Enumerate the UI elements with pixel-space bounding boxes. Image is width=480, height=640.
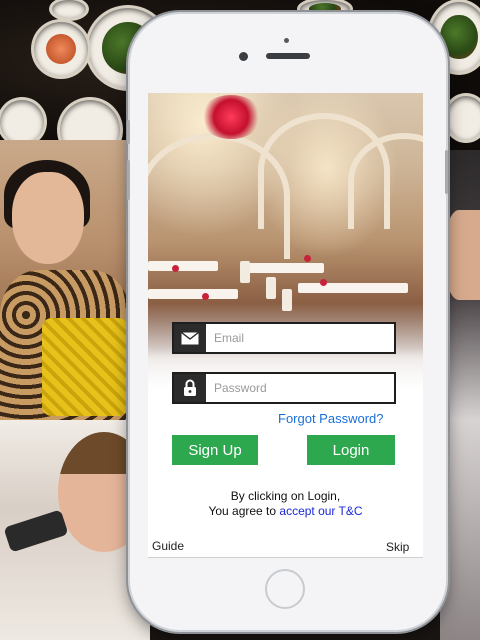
skip-link[interactable]: Skip xyxy=(386,540,409,554)
earpiece-speaker xyxy=(266,53,310,59)
plate xyxy=(446,96,480,140)
terms-text: By clicking on Login, You agree to accep… xyxy=(148,489,423,519)
power-button xyxy=(445,150,448,194)
lock-icon xyxy=(174,374,206,402)
terms-prefix: You agree to xyxy=(208,504,280,518)
guide-link[interactable]: Guide xyxy=(152,539,184,553)
accept-terms-link[interactable]: accept our T&C xyxy=(279,504,362,518)
sign-up-button[interactable]: Sign Up xyxy=(172,435,258,465)
dining-table xyxy=(244,263,324,273)
front-camera xyxy=(239,52,248,61)
plate xyxy=(52,0,86,18)
login-button[interactable]: Login xyxy=(307,435,395,465)
red-candle xyxy=(202,293,209,300)
forgot-password-link[interactable]: Forgot Password? xyxy=(278,411,384,426)
home-button[interactable] xyxy=(265,569,305,609)
terms-line-2: You agree to accept our T&C xyxy=(148,504,423,519)
proximity-sensor xyxy=(284,38,289,43)
chair xyxy=(240,261,250,283)
dining-table xyxy=(148,289,238,299)
password-input[interactable] xyxy=(206,374,394,402)
food-plate xyxy=(34,22,88,76)
password-field xyxy=(172,372,396,404)
dining-table xyxy=(298,283,408,293)
volume-button xyxy=(127,160,130,200)
app-screen: Forgot Password? Sign Up Login By clicki… xyxy=(148,93,423,558)
red-candle xyxy=(320,279,327,286)
yellow-bag xyxy=(42,318,128,416)
red-chandelier xyxy=(200,95,262,139)
red-candle xyxy=(172,265,179,272)
plate xyxy=(0,100,44,144)
red-candle xyxy=(304,255,311,262)
man-face xyxy=(445,210,480,300)
email-field xyxy=(172,322,396,354)
chair xyxy=(266,277,276,299)
volume-button xyxy=(127,120,130,144)
email-input[interactable] xyxy=(206,324,394,352)
woman-face xyxy=(12,172,84,264)
footer-divider xyxy=(148,557,423,558)
envelope-icon xyxy=(174,324,206,352)
dining-table xyxy=(148,261,218,271)
terms-line-1: By clicking on Login, xyxy=(230,489,341,503)
